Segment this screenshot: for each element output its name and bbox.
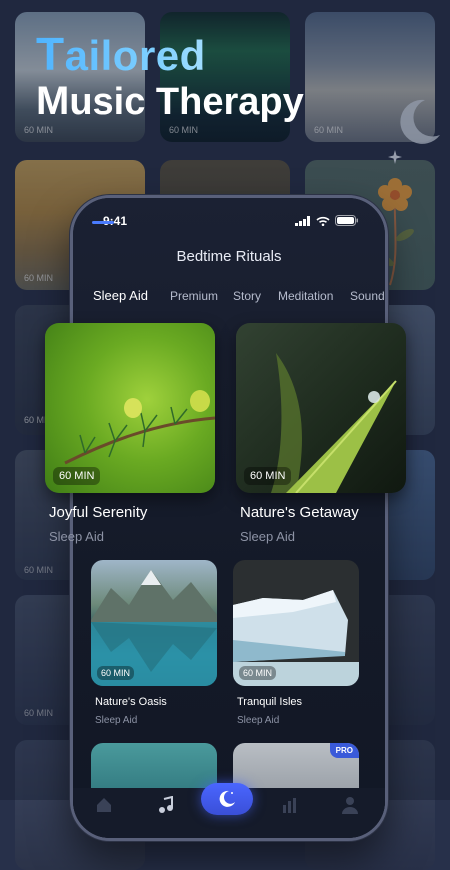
tab-story[interactable]: Story (233, 289, 261, 303)
screen-title: Bedtime Rituals (176, 248, 282, 265)
card-natures-getaway-art[interactable]: 60 MIN (236, 323, 406, 493)
promo-headline: Tailored Music Therapy (36, 30, 304, 125)
active-tab-indicator (92, 221, 114, 224)
sparkle-decoration (388, 150, 402, 164)
signal-icon (295, 215, 310, 226)
duration-badge: 60 MIN (97, 666, 135, 680)
card-tranquil-isles-art[interactable]: 60 MIN (233, 560, 359, 686)
music-note-icon[interactable] (157, 796, 175, 814)
headline-music-therapy: Music Therapy (36, 79, 304, 123)
tile-duration: 60 MIN (24, 125, 54, 135)
duration-badge: 60 MIN (239, 666, 277, 680)
tab-premium[interactable]: Premium (170, 289, 218, 303)
moon-icon (219, 790, 235, 807)
profile-icon[interactable] (341, 796, 359, 814)
card-title[interactable]: Joyful Serenity (49, 504, 147, 521)
headline-tailored: Tailored (36, 30, 304, 80)
card-category: Sleep Aid (49, 529, 104, 544)
stats-icon[interactable] (281, 796, 299, 814)
card-natures-oasis-art[interactable]: 60 MIN (91, 560, 217, 686)
crescent-decoration (400, 99, 440, 144)
wifi-icon (316, 216, 330, 226)
card-title[interactable]: Nature's Oasis (95, 696, 167, 708)
card-category: Sleep Aid (95, 715, 138, 726)
tab-sleep-aid[interactable]: Sleep Aid (93, 288, 148, 303)
battery-icon (335, 215, 358, 226)
card-category: Sleep Aid (237, 715, 280, 726)
tile-duration: 60 MIN (169, 125, 199, 135)
status-bar: 9:41 (103, 214, 359, 230)
tile-duration: 60 MIN (24, 565, 54, 575)
sleep-mode-button[interactable] (201, 783, 253, 815)
home-icon[interactable] (95, 796, 113, 814)
card-title[interactable]: Tranquil Isles (237, 696, 302, 708)
card-title[interactable]: Nature's Getaway (240, 504, 359, 521)
tab-meditation[interactable]: Meditation (278, 289, 333, 303)
duration-badge: 60 MIN (244, 467, 292, 485)
tile-duration: 60 MIN (24, 708, 54, 718)
tile-duration: 60 MIN (314, 125, 344, 135)
card-category: Sleep Aid (240, 529, 295, 544)
card-joyful-serenity-art[interactable]: 60 MIN (45, 323, 215, 493)
tab-sounds[interactable]: Sounds (350, 289, 385, 303)
tile-duration: 60 MIN (24, 273, 54, 283)
duration-badge: 60 MIN (53, 467, 101, 485)
pro-badge: PRO (329, 743, 359, 758)
